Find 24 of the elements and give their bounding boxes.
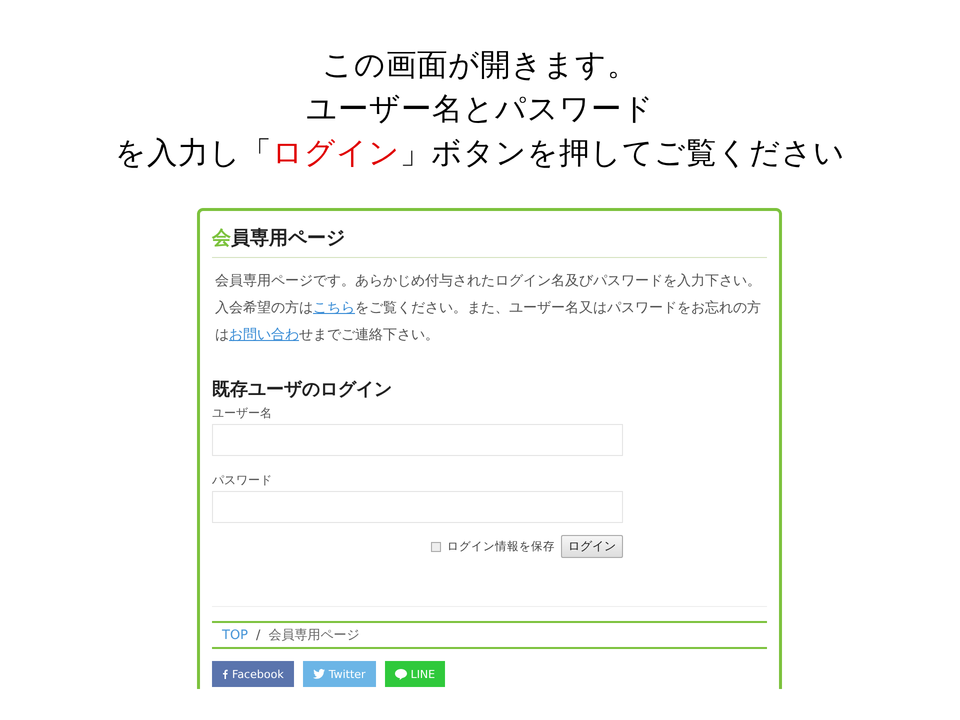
field-label: パスワード [212,472,272,489]
share-button[interactable]: Facebook [212,661,294,687]
breadcrumb-current: 会員専用ページ [268,627,360,644]
share-button[interactable]: LINE [384,661,446,687]
checkbox-label: ログイン情報を保存 [447,539,555,554]
field-label: ユーザー名 [212,405,272,422]
bird-icon [312,669,325,679]
section-title: 既存ユーザのログイン [212,378,392,401]
checkbox[interactable] [431,542,441,552]
caption-text: この画面が開きます。 [322,47,638,85]
intro-paragraph: 会員専用ページです。あらかじめ付与されたログイン名及びパスワードを入力下さい。入会希望の方はこちら をご覧ください。また、ユーザー名又はパスワードをお忘れの方はお問い合わせまでご連絡下さい。 [215,272,762,345]
breadcrumb-separator: / [256,628,260,642]
page-heading: 会員専用ページ [212,226,345,251]
text-link[interactable]: こちら [313,300,355,316]
caption-text: を入力し「ログイン」ボタンを押してご覧ください [115,135,845,173]
login-button[interactable]: ログイン [561,535,623,558]
share-button[interactable]: Twitter [302,661,376,687]
caption-text: ユーザー名とパスワード [306,91,654,129]
text-link[interactable]: お問い合わ [229,327,299,343]
speech-bubble-icon [394,668,407,680]
input-field[interactable] [212,491,623,523]
input-field[interactable] [212,424,623,456]
breadcrumb-link[interactable]: TOP [222,628,248,642]
facebook-icon [222,669,228,679]
